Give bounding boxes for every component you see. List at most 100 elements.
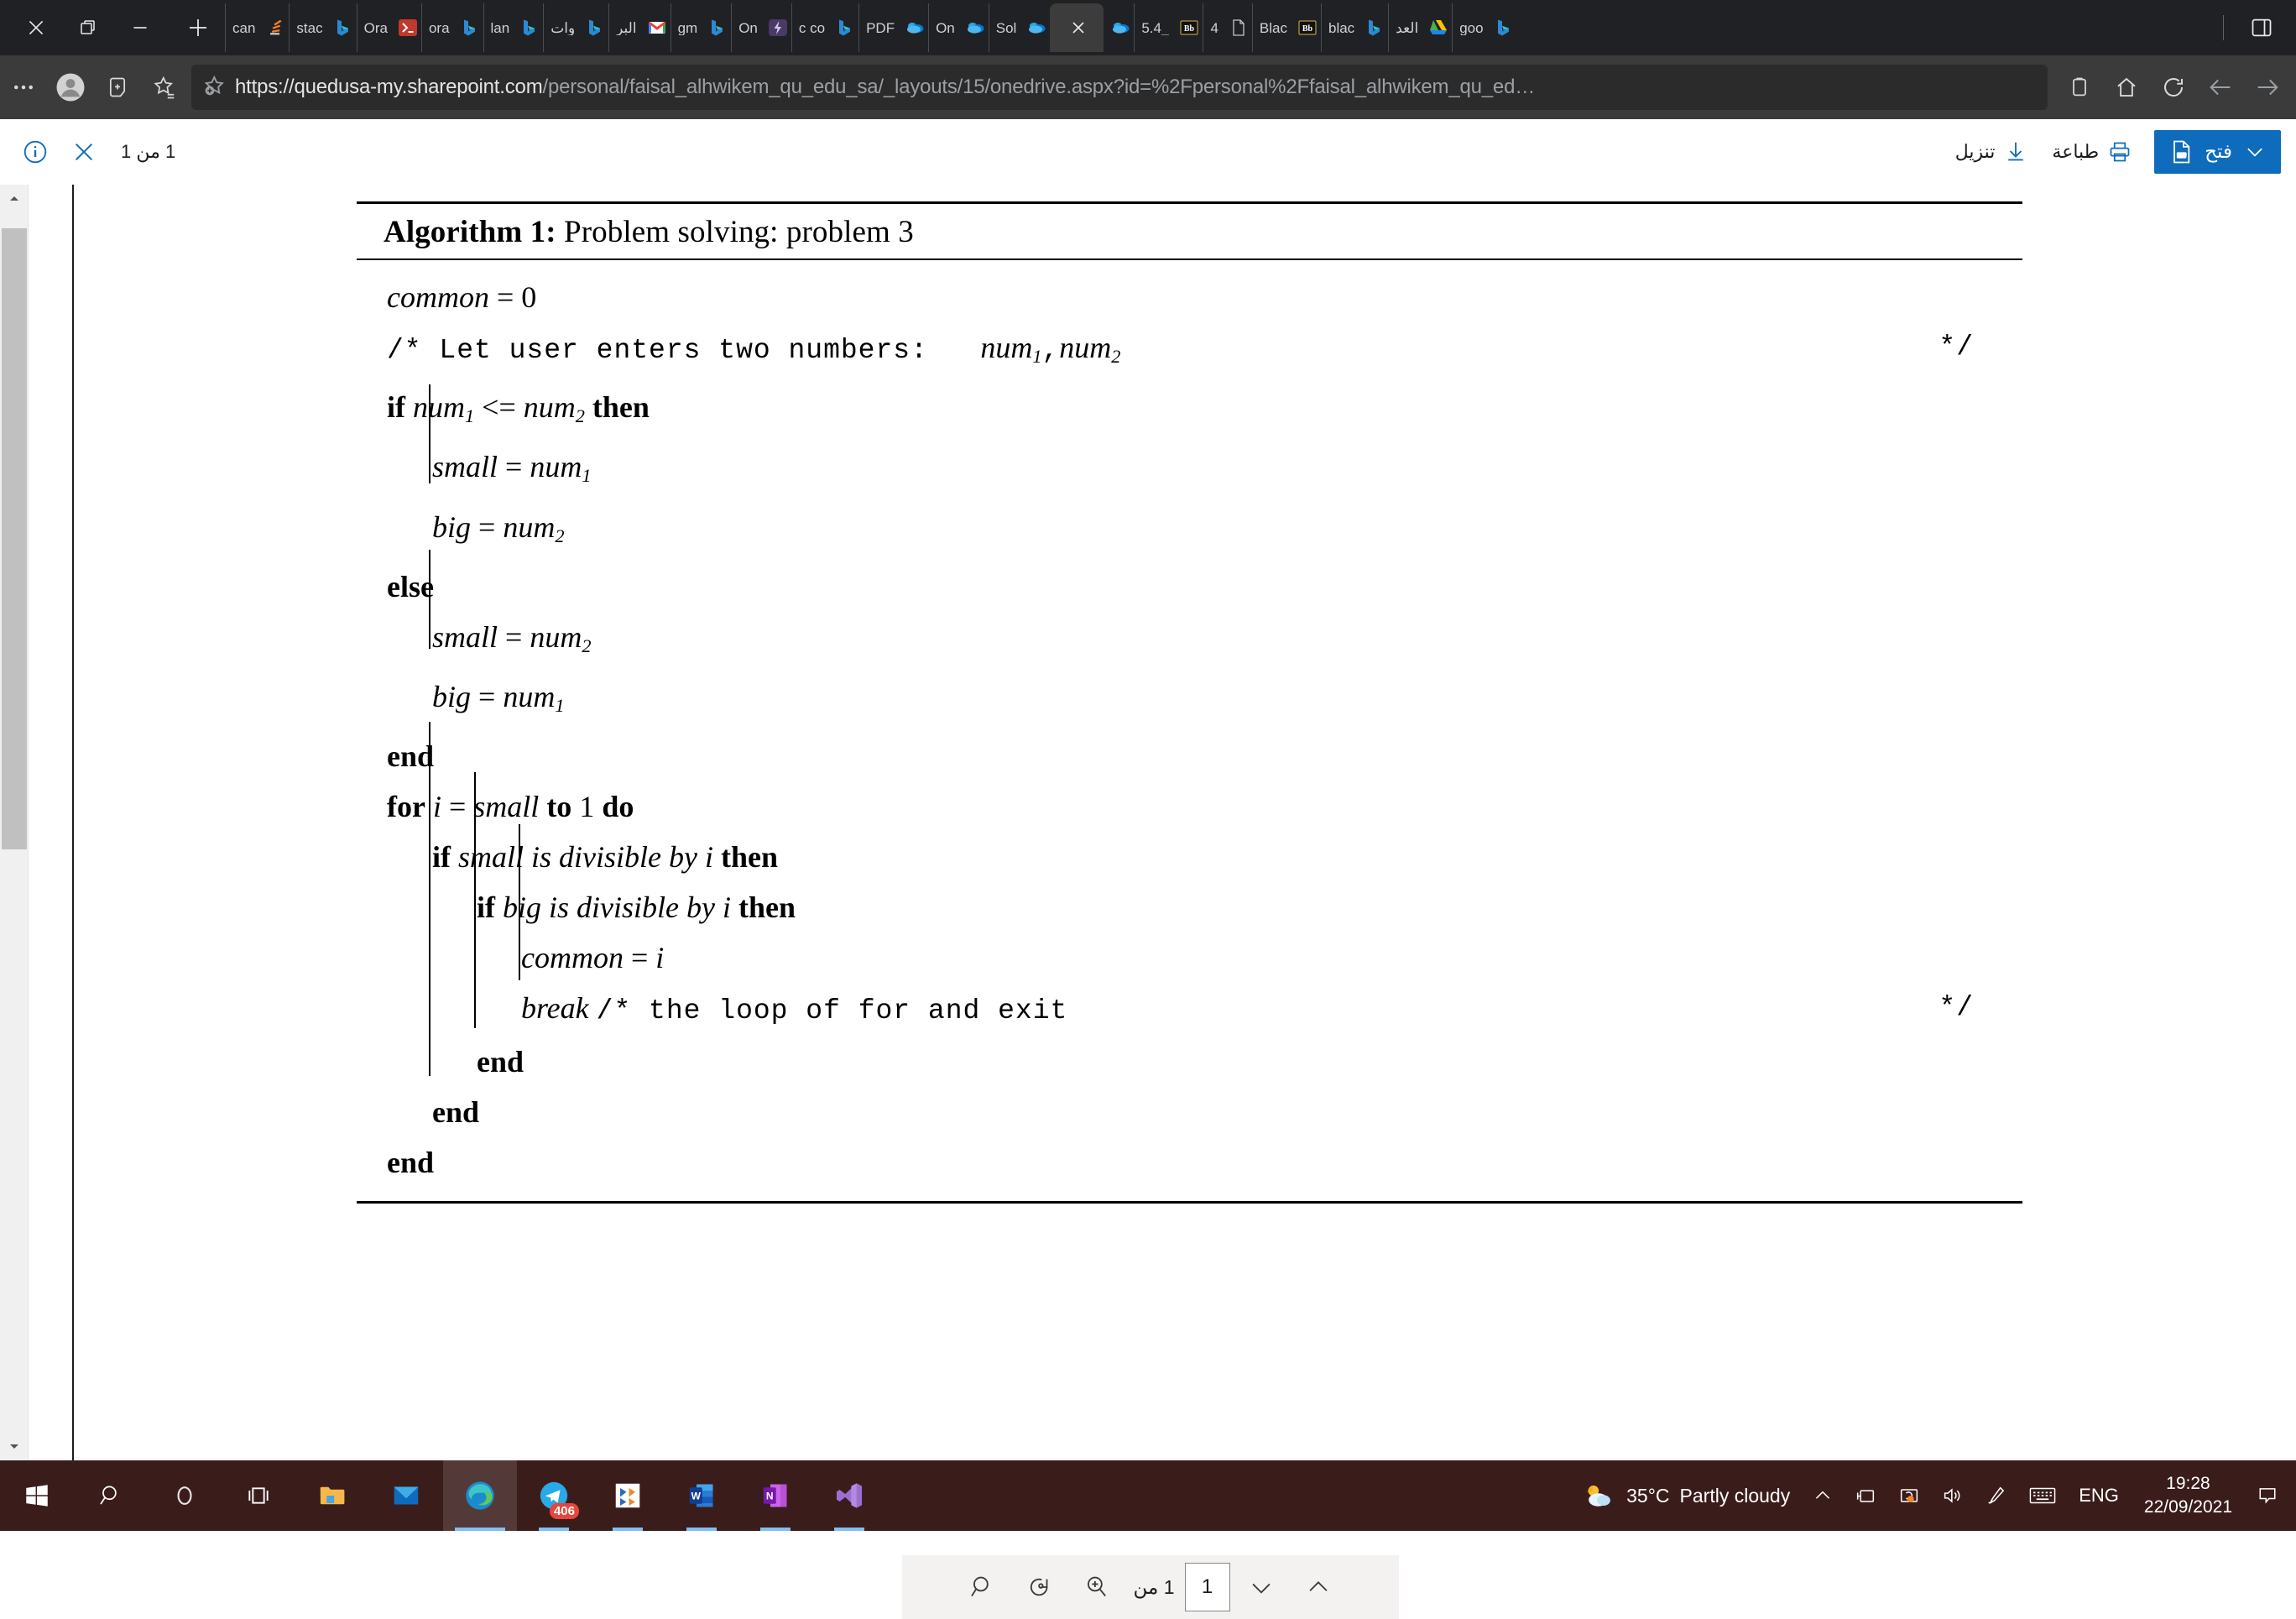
browser-tab[interactable]: stac xyxy=(289,3,326,52)
browser-tab[interactable]: العد xyxy=(1388,3,1422,52)
new-tab-button[interactable] xyxy=(175,4,222,51)
browser-tab[interactable]: 4 xyxy=(1203,3,1221,52)
browser-tab[interactable] xyxy=(1487,3,1517,52)
show-hidden-icons-chevron-up-icon[interactable] xyxy=(1802,1460,1844,1531)
browser-tab[interactable]: lan xyxy=(483,3,514,52)
scroll-up-arrow-icon[interactable] xyxy=(0,185,29,213)
task-view-button[interactable] xyxy=(222,1460,295,1531)
close-preview-icon[interactable] xyxy=(62,130,106,174)
onenote-icon: N xyxy=(760,1481,791,1511)
add-favorite-icon[interactable] xyxy=(200,74,227,101)
pen-ink-workspace-icon[interactable] xyxy=(1975,1460,2018,1531)
browser-tab[interactable] xyxy=(761,3,791,52)
refresh-button[interactable] xyxy=(2150,64,2197,111)
previous-page-chevron-up-icon[interactable] xyxy=(1292,1561,1344,1613)
browser-tab[interactable]: can xyxy=(225,3,258,52)
read-aloud-icon[interactable] xyxy=(2056,64,2103,111)
browser-tab[interactable]: goo xyxy=(1452,3,1486,52)
notifications-icon[interactable] xyxy=(2246,1460,2289,1531)
minimize-window-button[interactable] xyxy=(114,2,166,54)
browser-tab[interactable]: Bb xyxy=(1291,3,1321,52)
tab-close-icon[interactable] xyxy=(1064,13,1093,42)
mail-app-button[interactable] xyxy=(369,1460,443,1531)
browser-tab[interactable] xyxy=(828,3,858,52)
active-tab[interactable] xyxy=(1050,3,1104,52)
weather-description: Partly cloudy xyxy=(1680,1485,1791,1507)
home-button[interactable] xyxy=(2103,64,2150,111)
zoom-in-icon[interactable] xyxy=(1071,1561,1123,1613)
next-page-chevron-down-icon[interactable] xyxy=(1235,1561,1287,1613)
browser-tab[interactable] xyxy=(513,3,543,52)
edge-browser-button[interactable] xyxy=(443,1460,517,1531)
vertical-scrollbar[interactable] xyxy=(0,185,29,1460)
back-button[interactable] xyxy=(2197,64,2244,111)
cortana-button[interactable] xyxy=(148,1460,222,1531)
browser-tab[interactable] xyxy=(1222,3,1252,52)
address-bar[interactable]: https://quedusa-my.sharepoint.com/person… xyxy=(191,65,2048,110)
algorithm-line: small = num1 xyxy=(357,441,2022,501)
onedrive-sync-icon[interactable] xyxy=(1887,1460,1931,1531)
tab-actions-menu-button[interactable] xyxy=(2236,2,2288,54)
download-button[interactable]: تنزيل xyxy=(1945,133,2039,171)
touch-keyboard-icon[interactable] xyxy=(2018,1460,2067,1531)
favorites-button[interactable] xyxy=(141,64,188,111)
telegram-app-button[interactable]: 406 xyxy=(517,1460,591,1531)
volume-icon[interactable] xyxy=(1931,1460,1975,1531)
browser-tab[interactable]: PDF xyxy=(858,3,898,52)
start-button[interactable] xyxy=(0,1460,74,1531)
browser-tab[interactable] xyxy=(958,3,989,52)
browser-tab[interactable]: c co xyxy=(791,3,828,52)
print-button[interactable]: طباعة xyxy=(2042,133,2142,171)
browser-tab[interactable]: Sol xyxy=(989,3,1020,52)
rotate-icon[interactable] xyxy=(1014,1561,1066,1613)
forward-button[interactable] xyxy=(2244,64,2291,111)
visual-studio-app-button[interactable] xyxy=(812,1460,886,1531)
browser-tab[interactable] xyxy=(1104,3,1134,52)
taskbar-search-button[interactable] xyxy=(74,1460,148,1531)
search-icon[interactable] xyxy=(957,1561,1009,1613)
browser-tab[interactable]: Ora xyxy=(357,3,391,52)
browser-tab[interactable] xyxy=(391,3,421,52)
svg-text:PDF: PDF xyxy=(2178,154,2187,159)
algorithm-line: end xyxy=(357,1087,2022,1137)
clock-widget[interactable]: 19:28 22/09/2021 xyxy=(2131,1472,2246,1519)
browser-tab[interactable] xyxy=(453,3,483,52)
url-path: /personal/faisal_alhwikem_qu_edu_sa/_lay… xyxy=(542,76,1535,98)
browser-tab[interactable]: 5.4_ xyxy=(1134,3,1172,52)
settings-and-more-button[interactable] xyxy=(0,64,47,111)
close-window-button[interactable] xyxy=(10,2,62,54)
file-info-icon[interactable] xyxy=(13,130,57,174)
word-app-button[interactable]: W xyxy=(665,1460,738,1531)
profile-avatar-button[interactable] xyxy=(47,64,94,111)
file-explorer-button[interactable] xyxy=(295,1460,369,1531)
browser-tab[interactable] xyxy=(898,3,928,52)
browser-tab[interactable] xyxy=(640,3,671,52)
page-number-input[interactable]: 1 xyxy=(1185,1563,1230,1611)
browser-tab[interactable]: On xyxy=(731,3,761,52)
restore-window-button[interactable] xyxy=(62,2,114,54)
browser-tab[interactable]: On xyxy=(928,3,958,52)
scrollbar-thumb[interactable] xyxy=(2,228,27,849)
browser-tab[interactable]: Bb xyxy=(1172,3,1203,52)
browser-tab[interactable]: ora xyxy=(421,3,453,52)
browser-tab[interactable]: Blac xyxy=(1252,3,1291,52)
browser-tab[interactable] xyxy=(258,3,289,52)
browser-tab[interactable] xyxy=(701,3,731,52)
browser-tab[interactable]: البر xyxy=(608,3,639,52)
browser-tab[interactable]: gm xyxy=(671,3,702,52)
language-indicator[interactable]: ENG xyxy=(2067,1485,2131,1507)
browser-tab[interactable] xyxy=(1020,3,1050,52)
browser-tab[interactable] xyxy=(578,3,608,52)
browser-tab[interactable] xyxy=(1358,3,1388,52)
power-battery-icon[interactable] xyxy=(1844,1460,1887,1531)
browser-tab[interactable]: وات xyxy=(543,3,578,52)
open-button[interactable]: فتح PDF xyxy=(2154,130,2281,174)
weather-widget[interactable]: 35°C Partly cloudy xyxy=(1571,1481,1802,1511)
scroll-down-arrow-icon[interactable] xyxy=(0,1432,29,1460)
browser-tab[interactable] xyxy=(1422,3,1452,52)
collections-button[interactable] xyxy=(94,64,141,111)
onenote-app-button[interactable]: N xyxy=(738,1460,812,1531)
visio-app-button[interactable] xyxy=(591,1460,665,1531)
browser-tab[interactable]: blac xyxy=(1321,3,1358,52)
browser-tab[interactable] xyxy=(326,3,357,52)
